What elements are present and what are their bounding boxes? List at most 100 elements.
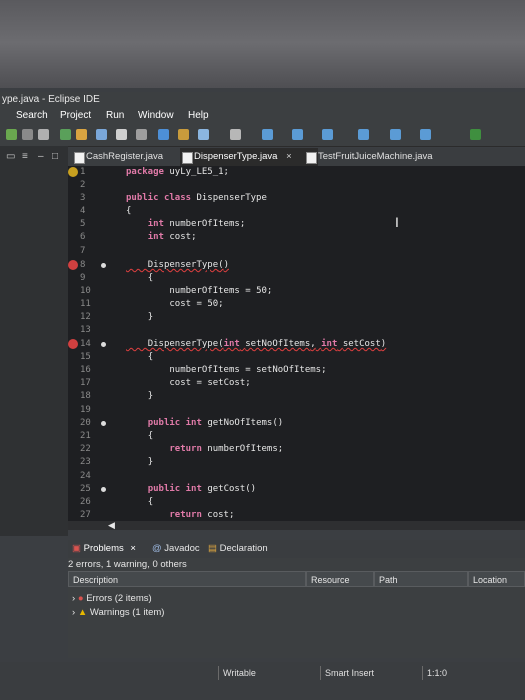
code-line[interactable]: 6 int cost;	[68, 231, 525, 244]
line-number: 1	[80, 167, 86, 177]
save-icon[interactable]	[38, 129, 49, 140]
close-icon[interactable]: ×	[130, 543, 136, 554]
scroll-left-icon[interactable]: ◀	[108, 520, 115, 531]
code-line[interactable]: 12 }	[68, 311, 525, 324]
problems-view: 2 errors, 1 warning, 0 others Descriptio…	[68, 558, 525, 658]
code-line[interactable]: 15 {	[68, 351, 525, 364]
line-number: 19	[80, 405, 91, 415]
nav-back-icon[interactable]	[390, 129, 401, 140]
code-text: }	[147, 391, 154, 401]
tab-cashregister[interactable]: CashRegister.java	[72, 148, 190, 166]
code-line[interactable]: 2	[68, 179, 525, 192]
line-number: 21	[80, 431, 91, 441]
minimize-icon[interactable]: –	[38, 151, 44, 162]
build-icon[interactable]	[96, 129, 107, 140]
maximize-icon[interactable]: □	[52, 151, 58, 162]
code-line[interactable]: 22 return numberOfItems;	[68, 443, 525, 456]
code-line[interactable]: 20 public int getNoOfItems()	[68, 417, 525, 430]
java-file-icon	[306, 152, 317, 164]
nav-forward-icon[interactable]	[420, 129, 431, 140]
warning-icon: ▲	[77, 607, 88, 618]
forward-icon[interactable]	[262, 129, 273, 140]
highlight-icon[interactable]	[158, 129, 169, 140]
status-insert-mode[interactable]: Smart Insert	[320, 666, 415, 680]
next-edit-icon[interactable]	[322, 129, 333, 140]
problems-summary: 2 errors, 1 warning, 0 others	[68, 559, 187, 570]
perspective-icon[interactable]	[198, 129, 209, 140]
code-line[interactable]: 14 DispenserType(int setNoOfItems, int s…	[68, 338, 525, 351]
fold-icon[interactable]	[101, 487, 106, 492]
code-line[interactable]: 4{	[68, 205, 525, 218]
tab-problems[interactable]: ▣ Problems ×	[72, 540, 136, 558]
debug-icon[interactable]	[60, 129, 71, 140]
problems-icon: ▣	[72, 543, 81, 554]
error-marker-icon[interactable]	[68, 260, 78, 270]
new-icon[interactable]	[6, 129, 17, 140]
code-line[interactable]: 1 package uyLy_LE5_1;	[68, 166, 525, 179]
menu-search[interactable]: Search	[16, 108, 48, 124]
code-line[interactable]: 21 {	[68, 430, 525, 443]
expand-icon[interactable]: ›	[72, 593, 75, 604]
fold-icon[interactable]	[101, 342, 106, 347]
tab-testfruitjuicemachine[interactable]: TestFruitJuiceMachine.java	[304, 148, 458, 166]
tree-item-errors[interactable]: › ● Errors (2 items)	[72, 592, 152, 605]
code-text: return numberOfItems;	[169, 444, 284, 454]
column-description[interactable]: Description	[68, 571, 306, 587]
open-icon[interactable]	[22, 129, 33, 140]
code-line[interactable]: 24	[68, 470, 525, 483]
code-line[interactable]: 7	[68, 245, 525, 258]
menu-help[interactable]: Help	[188, 108, 209, 124]
code-line[interactable]: 11 cost = 50;	[68, 298, 525, 311]
code-text: DispenserType()	[147, 260, 229, 270]
task-icon[interactable]	[178, 129, 189, 140]
back-icon[interactable]	[292, 129, 303, 140]
code-line[interactable]: 9 {	[68, 272, 525, 285]
code-line[interactable]: 17 cost = setCost;	[68, 377, 525, 390]
annotation-icon[interactable]	[230, 129, 241, 140]
java-perspective-icon[interactable]	[470, 129, 481, 140]
line-number: 15	[80, 352, 91, 362]
status-cursor-position: 1:1:0	[422, 666, 497, 680]
code-line[interactable]: 25 public int getCost()	[68, 483, 525, 496]
menu-run[interactable]: Run	[106, 108, 124, 124]
code-line[interactable]: 13	[68, 324, 525, 337]
tab-dispensertype[interactable]: DispenserType.java ×	[180, 148, 318, 166]
line-number: 2	[80, 180, 86, 190]
fold-icon[interactable]	[101, 421, 106, 426]
menu-window[interactable]: Window	[138, 108, 174, 124]
code-line[interactable]: 3 public class DispenserType	[68, 192, 525, 205]
tree-item-warnings[interactable]: › ▲ Warnings (1 item)	[72, 606, 164, 619]
status-bar: Writable Smart Insert 1:1:0	[0, 662, 525, 700]
code-line[interactable]: 19	[68, 404, 525, 417]
error-marker-icon[interactable]	[68, 339, 78, 349]
console-icon[interactable]	[116, 129, 127, 140]
tab-javadoc[interactable]: @ Javadoc	[152, 540, 200, 558]
prev-edit-icon[interactable]	[358, 129, 369, 140]
code-line[interactable]: 5 int numberOfItems;	[68, 218, 525, 231]
code-line[interactable]: 26 {	[68, 496, 525, 509]
warning-marker-icon[interactable]	[68, 167, 78, 177]
java-file-icon	[182, 152, 193, 164]
code-editor[interactable]: 1 package uyLy_LE5_1; 2 3 public class Dispe…	[68, 166, 525, 521]
code-line[interactable]: 16 numberOfItems = setNoOfItems;	[68, 364, 525, 377]
menu-project[interactable]: Project	[60, 108, 91, 124]
code-line[interactable]: 23 }	[68, 456, 525, 469]
code-line[interactable]: 27 return cost;	[68, 509, 525, 521]
code-line[interactable]: 8 DispenserType()	[68, 259, 525, 272]
code-line[interactable]: 10 numberOfItems = 50;	[68, 285, 525, 298]
expand-icon[interactable]: ›	[72, 607, 75, 618]
restore-icon[interactable]: ▭	[6, 151, 15, 162]
column-resource[interactable]: Resource	[306, 571, 374, 587]
code-line[interactable]: 18 }	[68, 390, 525, 403]
tab-declaration[interactable]: ▤ Declaration	[208, 540, 268, 558]
horizontal-scrollbar[interactable]: ◀	[68, 520, 525, 531]
column-location[interactable]: Location	[468, 571, 525, 587]
search-icon[interactable]	[136, 129, 147, 140]
photo-background	[0, 0, 525, 95]
list-icon[interactable]: ≡	[22, 151, 28, 162]
column-path[interactable]: Path	[374, 571, 468, 587]
close-icon[interactable]: ×	[286, 151, 292, 162]
line-number: 8	[80, 260, 86, 270]
fold-icon[interactable]	[101, 263, 106, 268]
edit-icon[interactable]	[76, 129, 87, 140]
